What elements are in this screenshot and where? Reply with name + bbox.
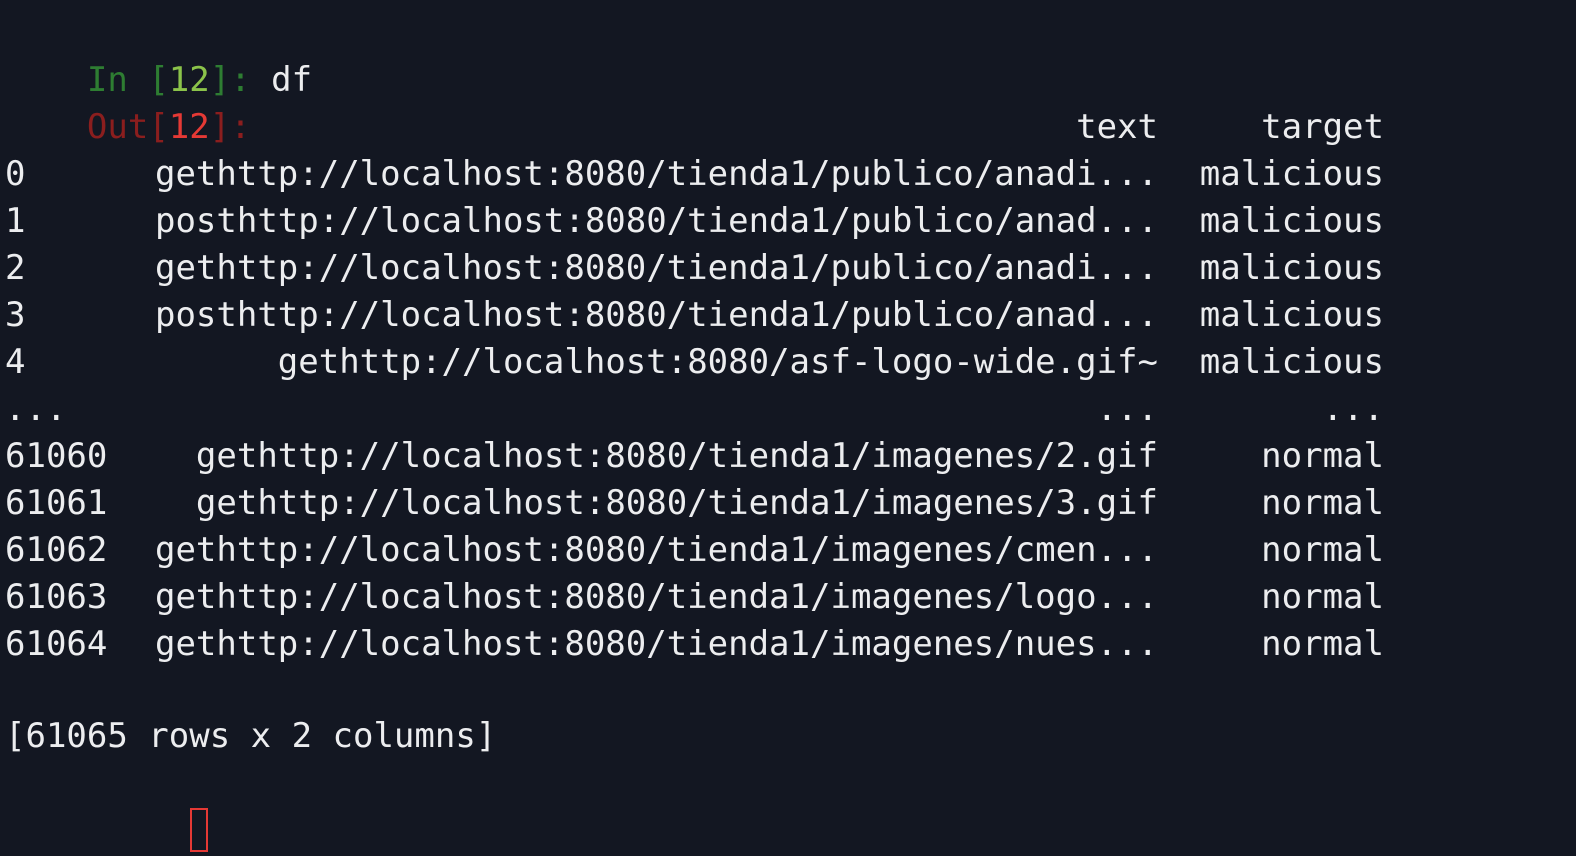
column-header-text: text <box>1076 107 1158 147</box>
cell-text: gethttp://localhost:8080/tienda1/imagene… <box>195 436 1158 476</box>
cell-target: normal <box>1261 436 1384 476</box>
cell-text: posthttp://localhost:8080/tienda1/public… <box>154 201 1158 241</box>
table-row: 3 posthttp://localhost:8080/tienda1/publi… <box>0 292 1576 339</box>
table-row: 2 gethttp://localhost:8080/tienda1/public… <box>0 245 1576 292</box>
dataframe-output: text target 0 gethttp://localhost:8080/ti… <box>0 107 1576 664</box>
cell-target: malicious <box>1199 154 1384 194</box>
row-index: 2 <box>5 248 26 288</box>
table-row: ......... <box>0 386 1576 433</box>
row-index: 4 <box>5 342 26 382</box>
input-line-13[interactable]: In [13]: <box>5 806 271 853</box>
row-index: 61061 <box>5 483 108 523</box>
row-index: 61060 <box>5 436 108 476</box>
table-row: 61063 gethttp://localhost:8080/tienda1/im… <box>0 574 1576 621</box>
input-line-12: In [12]: df <box>5 10 312 100</box>
row-index: 3 <box>5 295 26 335</box>
table-row: 61061 gethttp://localhost:8080/tienda1/im… <box>0 480 1576 527</box>
row-index: 61062 <box>5 530 108 570</box>
dataframe-summary: [61065 rows x 2 columns] <box>5 716 497 756</box>
cell-text: posthttp://localhost:8080/tienda1/public… <box>154 295 1158 335</box>
table-row: 61064 gethttp://localhost:8080/tienda1/im… <box>0 621 1576 668</box>
cell-target: ... <box>1322 389 1384 429</box>
table-row: 0 gethttp://localhost:8080/tienda1/public… <box>0 151 1576 198</box>
cell-target: malicious <box>1199 248 1384 288</box>
cell-text: gethttp://localhost:8080/tienda1/imagene… <box>154 577 1158 617</box>
cell-text: gethttp://localhost:8080/tienda1/imagene… <box>154 530 1158 570</box>
cell-text: gethttp://localhost:8080/tienda1/imagene… <box>154 624 1158 664</box>
row-index: 61064 <box>5 624 108 664</box>
cell-target: normal <box>1261 530 1384 570</box>
table-header-row: text target <box>0 104 1576 151</box>
cell-target: normal <box>1261 577 1384 617</box>
text-cursor[interactable] <box>190 808 208 852</box>
table-row: 1 posthttp://localhost:8080/tienda1/publi… <box>0 198 1576 245</box>
cell-target: normal <box>1261 624 1384 664</box>
cell-target: malicious <box>1199 295 1384 335</box>
cell-text: ... <box>1096 389 1158 429</box>
ipython-terminal[interactable]: In [12]: df Out[12]: text target 0 gethtt… <box>0 0 1576 856</box>
output-prompt-line: Out[12]: <box>5 57 251 147</box>
cell-text: gethttp://localhost:8080/tienda1/imagene… <box>195 483 1158 523</box>
cell-target: malicious <box>1199 201 1384 241</box>
row-index: 0 <box>5 154 26 194</box>
cell-text: gethttp://localhost:8080/tienda1/publico… <box>154 248 1158 288</box>
row-index: 1 <box>5 201 26 241</box>
table-row: 61060 gethttp://localhost:8080/tienda1/im… <box>0 433 1576 480</box>
table-row: 4 gethttp://localhost:8080/asf-logo-wide.… <box>0 339 1576 386</box>
table-row: 61062 gethttp://localhost:8080/tienda1/im… <box>0 527 1576 574</box>
row-index: ... <box>5 389 67 429</box>
cell-target: normal <box>1261 483 1384 523</box>
cell-text: gethttp://localhost:8080/asf-logo-wide.g… <box>277 342 1158 382</box>
column-header-target: target <box>1261 107 1384 147</box>
input-command[interactable]: df <box>271 60 312 100</box>
row-index: 61063 <box>5 577 108 617</box>
cell-text: gethttp://localhost:8080/tienda1/publico… <box>154 154 1158 194</box>
cell-target: malicious <box>1199 342 1384 382</box>
